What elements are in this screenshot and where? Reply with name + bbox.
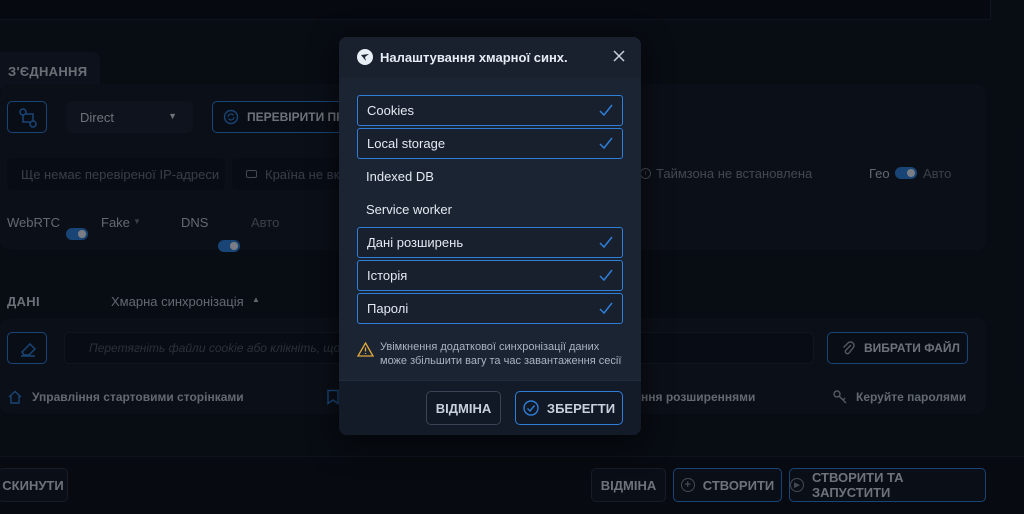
check-icon	[599, 137, 613, 150]
check-icon	[599, 302, 613, 315]
sync-item-history[interactable]: Історія	[357, 260, 623, 291]
modal-save-button[interactable]: ЗБЕРЕГТИ	[515, 391, 623, 425]
sync-item-service-worker[interactable]: Service worker	[357, 194, 623, 225]
modal-cancel-label: ВІДМІНА	[435, 400, 492, 416]
check-icon	[599, 236, 613, 249]
sync-item-label: Indexed DB	[366, 169, 434, 184]
modal-save-label: ЗБЕРЕГТИ	[546, 400, 616, 416]
cloud-logo-icon	[357, 49, 373, 65]
check-icon	[599, 104, 613, 117]
check-circle-icon	[523, 400, 539, 416]
sync-item-passwords[interactable]: Паролі	[357, 293, 623, 324]
sync-item-cookies[interactable]: Cookies	[357, 95, 623, 126]
sync-item-local-storage[interactable]: Local storage	[357, 128, 623, 159]
check-icon	[599, 269, 613, 282]
modal-cancel-button[interactable]: ВІДМІНА	[426, 391, 501, 425]
sync-item-label: Дані розширень	[367, 235, 464, 250]
sync-item-label: Local storage	[367, 136, 446, 151]
sync-item-label: Історія	[367, 268, 408, 283]
sync-item-indexed-db[interactable]: Indexed DB	[357, 161, 623, 192]
sync-item-label: Service worker	[366, 202, 452, 217]
cloud-sync-modal: Налаштування хмарної синх. Cookies Local…	[339, 37, 641, 435]
sync-warning-line1: Увімкнення додаткової синхронізації дани…	[380, 341, 600, 353]
sync-item-extension-data[interactable]: Дані розширень	[357, 227, 623, 258]
sync-warning: Увімкнення додаткової синхронізації дани…	[380, 340, 625, 368]
sync-warning-line2: може збільшити вагу та час завантаження …	[380, 355, 622, 367]
sync-item-label: Cookies	[367, 103, 414, 118]
close-icon[interactable]	[611, 48, 627, 64]
modal-title: Налаштування хмарної синх.	[380, 50, 568, 65]
warning-icon	[357, 342, 374, 357]
sync-item-label: Паролі	[367, 301, 409, 316]
